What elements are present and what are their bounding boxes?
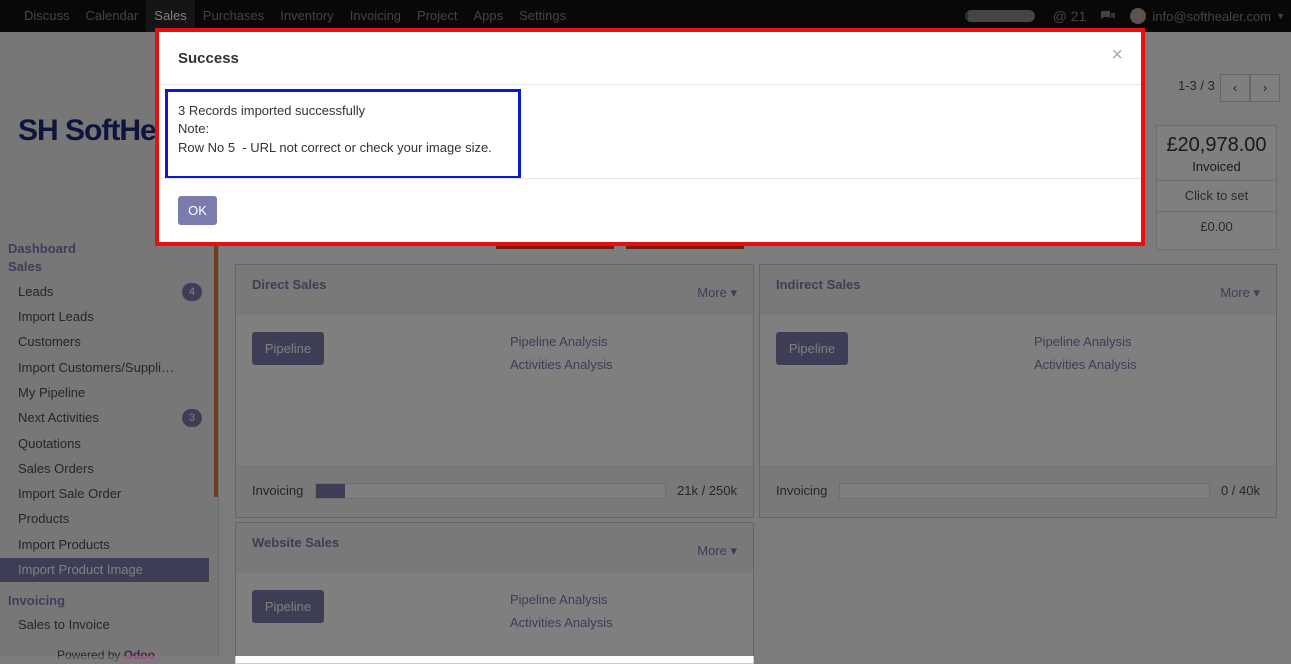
dialog-footer: OK [159, 178, 1141, 239]
success-dialog: Success × 3 Records imported successfull… [155, 28, 1145, 246]
close-icon[interactable]: × [1111, 44, 1123, 67]
ok-button[interactable]: OK [178, 196, 217, 225]
row-error-text: Row No 5 - URL not correct or check your… [178, 140, 492, 155]
dialog-header: Success × [159, 32, 1141, 85]
import-result-text: 3 Records imported successfully [178, 103, 366, 118]
note-label: Note: [178, 121, 210, 136]
import-message-box: 3 Records imported successfully Note: Ro… [165, 89, 521, 179]
dialog-title: Success [178, 50, 239, 67]
